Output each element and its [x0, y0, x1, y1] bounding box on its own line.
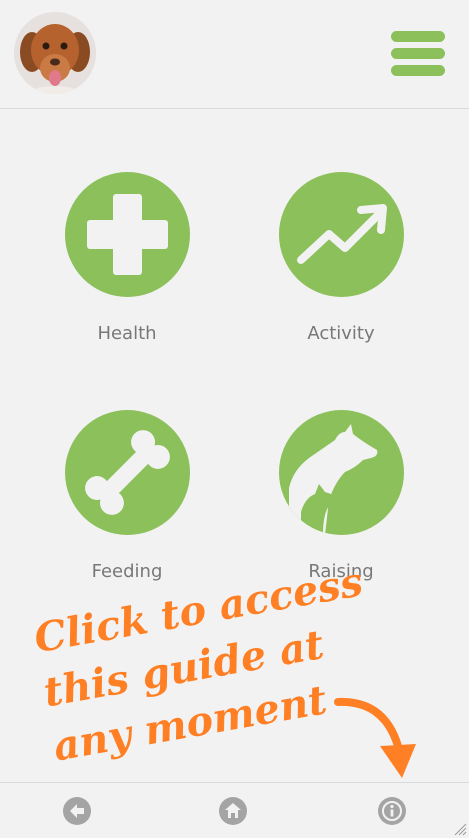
info-icon	[382, 801, 402, 821]
menu-bar	[391, 65, 445, 76]
tile-label-activity: Activity	[307, 323, 375, 344]
home-icon	[225, 803, 241, 818]
tile-label-raising: Raising	[308, 561, 374, 582]
hamburger-menu-button[interactable]	[391, 31, 445, 79]
tile-activity[interactable]: Activity	[251, 172, 431, 344]
info-button[interactable]	[378, 797, 406, 825]
activity-circle	[278, 172, 404, 297]
dog-and-puppy-icon	[288, 424, 377, 535]
menu-bar	[391, 31, 445, 42]
back-button[interactable]	[63, 797, 91, 825]
home-button[interactable]	[219, 797, 247, 825]
trend-up-icon	[296, 204, 387, 264]
dog-avatar[interactable]	[14, 12, 96, 94]
back-arrow-icon	[70, 804, 84, 818]
bottom-nav	[0, 782, 469, 838]
tile-label-feeding: Feeding	[91, 561, 163, 582]
tile-label-health: Health	[97, 323, 157, 344]
tile-health[interactable]: Health	[37, 172, 217, 344]
cross-icon	[86, 194, 168, 275]
bone-icon	[84, 430, 170, 515]
feeding-circle	[64, 410, 190, 535]
guide-arrow-icon	[334, 697, 416, 778]
dog-avatar-image	[14, 12, 96, 94]
menu-bar	[391, 48, 445, 59]
app-header	[0, 0, 469, 109]
raising-circle	[278, 410, 404, 535]
tile-feeding[interactable]: Feeding	[37, 410, 217, 582]
tile-raising[interactable]: Raising	[251, 410, 431, 582]
resize-grip-icon[interactable]	[453, 822, 467, 836]
health-circle	[64, 172, 190, 297]
